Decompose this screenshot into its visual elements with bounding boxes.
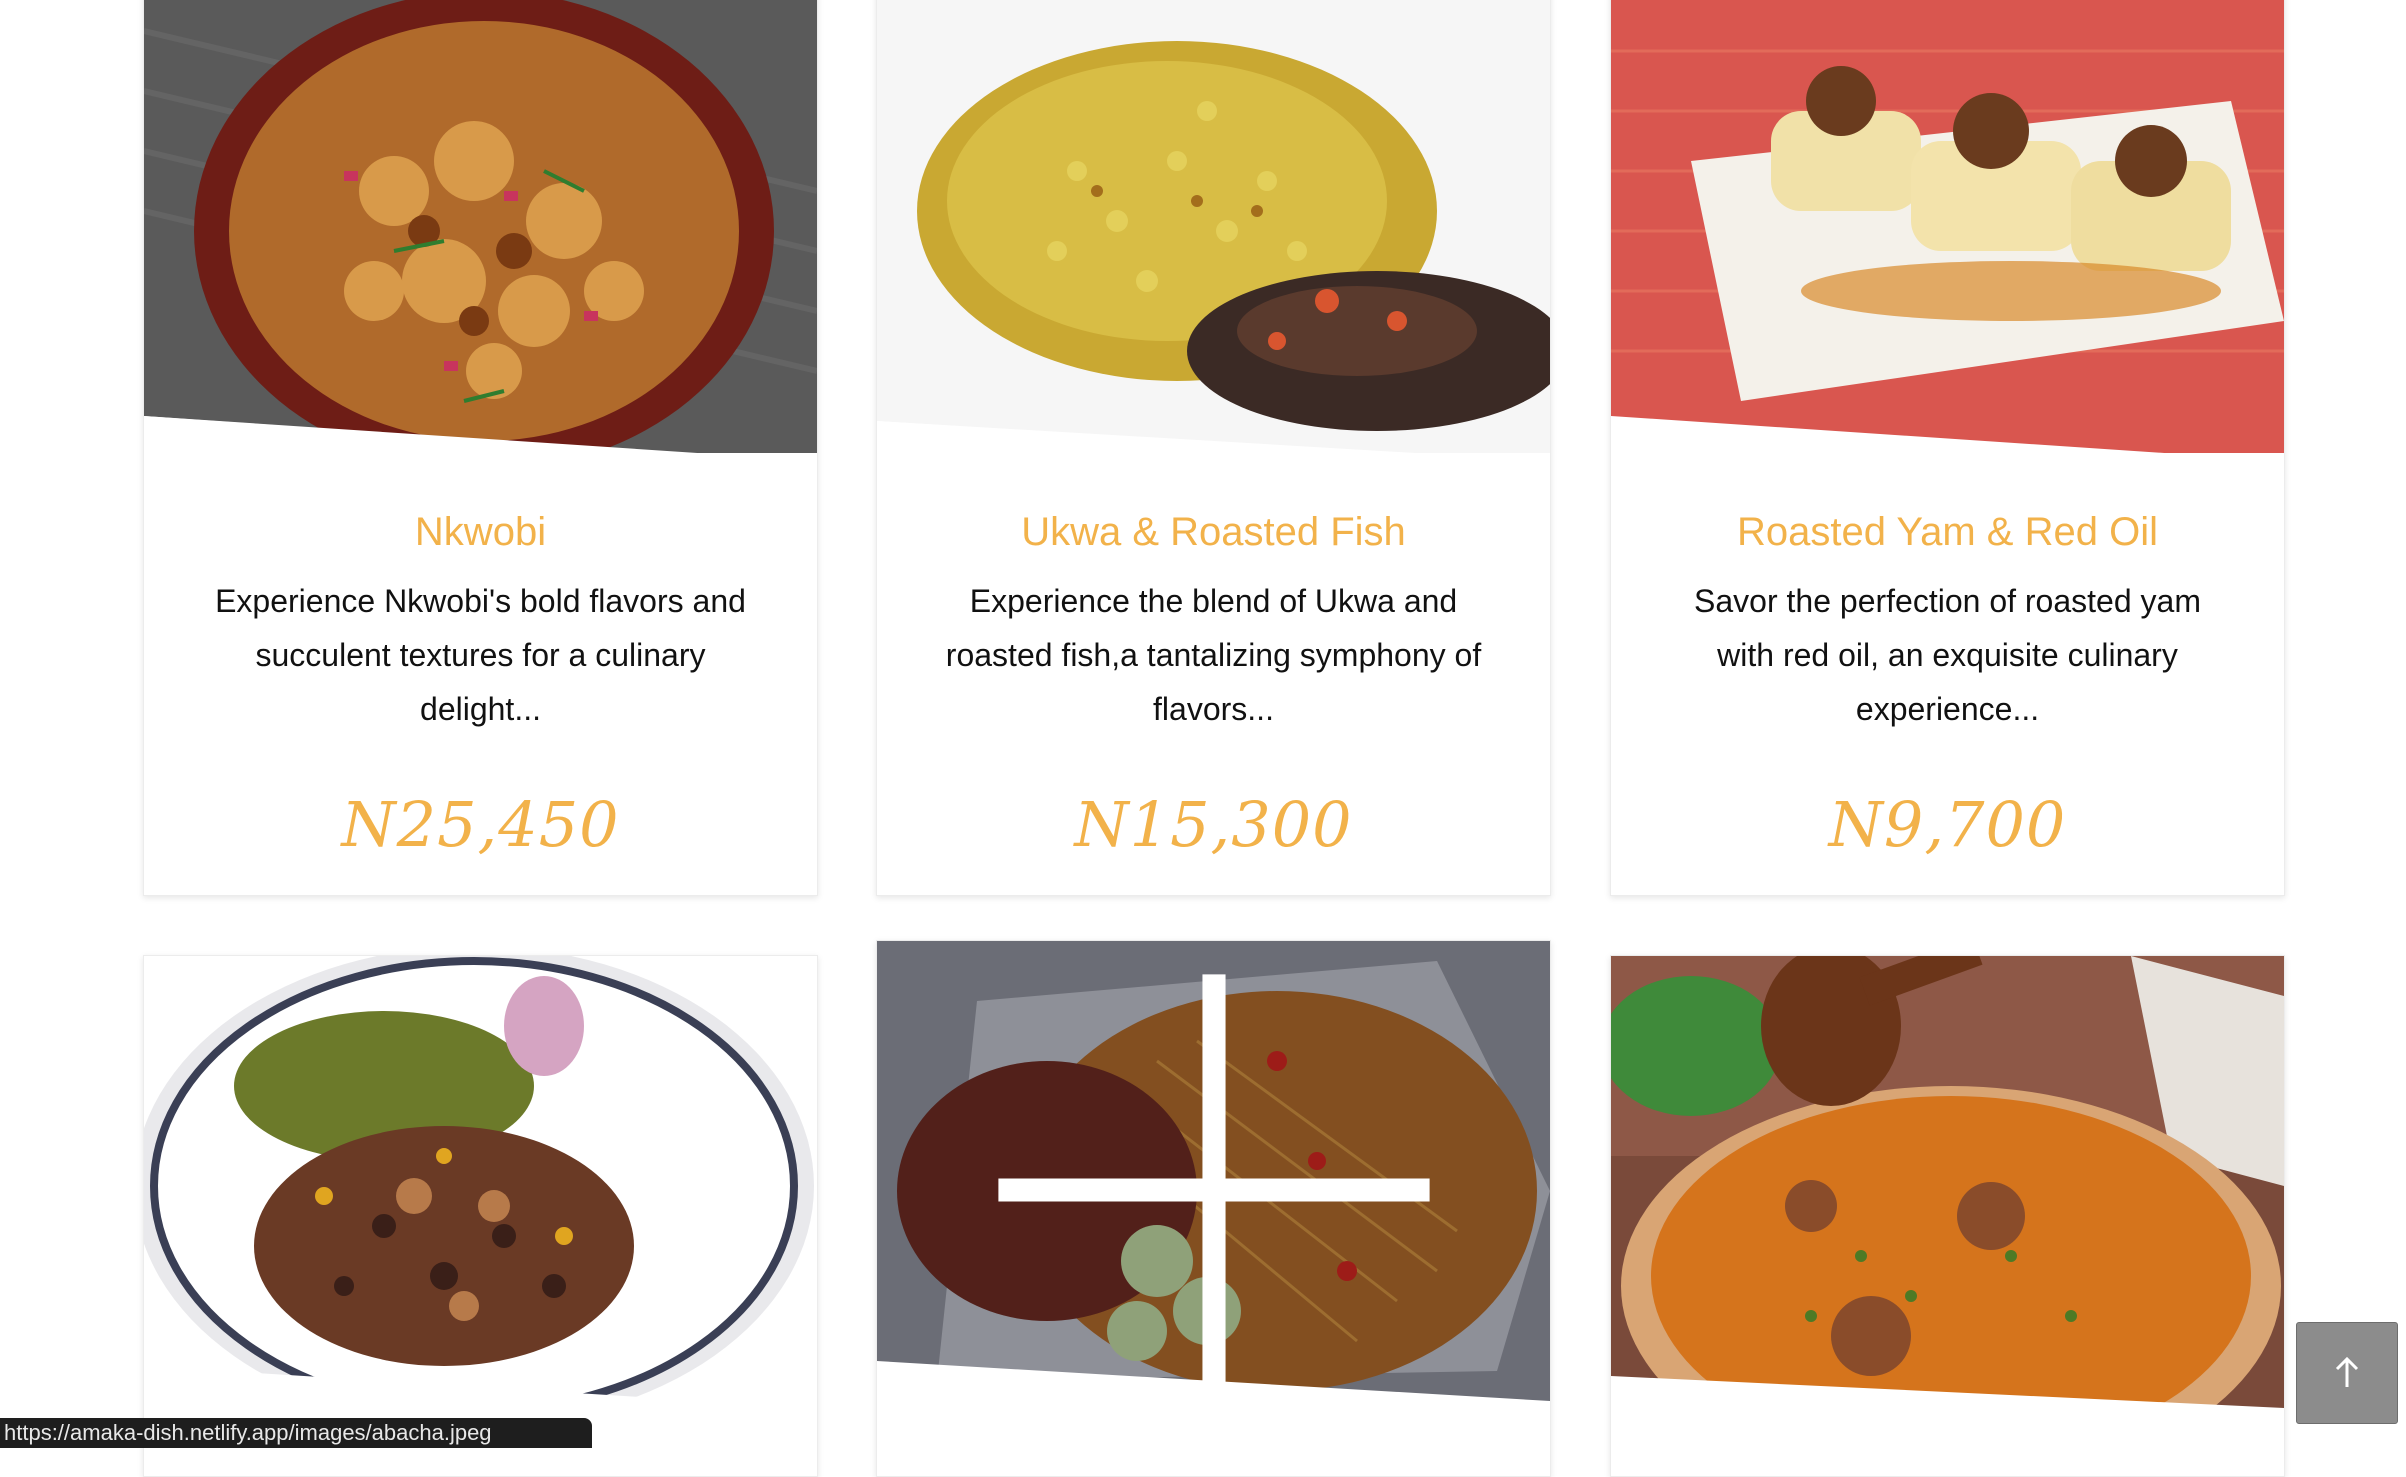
dish-title: Ukwa & Roasted Fish	[1021, 510, 1406, 554]
dish-price: N9,700	[1828, 788, 2067, 861]
menu-card-roasted-yam[interactable]: Roasted Yam & Red Oil Savor the perfecti…	[1610, 0, 2285, 896]
dish-price: N25,450	[341, 788, 620, 861]
dish-description: Experience the blend of Ukwa and roasted…	[945, 583, 1482, 727]
menu-card-ofada[interactable]	[876, 940, 1551, 1477]
dish-description: Experience Nkwobi's bold flavors and suc…	[215, 583, 746, 727]
scroll-top-button[interactable]	[2296, 1322, 2398, 1424]
menu-card-nkwobi[interactable]: Nkwobi Experience Nkwobi's bold flavors …	[143, 0, 818, 896]
menu-card-ukwa[interactable]: Ukwa & Roasted Fish Experience the blend…	[876, 0, 1551, 896]
dish-price: N15,300	[1074, 788, 1353, 861]
status-bar-url: https://amaka-dish.netlify.app/images/ab…	[0, 1418, 592, 1448]
dish-title: Roasted Yam & Red Oil	[1737, 510, 2158, 554]
menu-card-banga-soup[interactable]	[1610, 955, 2285, 1477]
dish-image-abacha[interactable]	[144, 956, 817, 1418]
dish-image-nkwobi[interactable]	[144, 0, 817, 453]
dish-image-banga-soup[interactable]	[1611, 956, 2284, 1418]
dish-image-roasted-yam[interactable]	[1611, 0, 2284, 453]
dish-image-ukwa[interactable]	[877, 0, 1550, 453]
arrow-up-icon	[2335, 1356, 2359, 1387]
dish-description: Savor the perfection of roasted yam with…	[1694, 583, 2201, 727]
dish-image-ofada[interactable]	[877, 941, 1550, 1403]
menu-card-abacha[interactable]	[143, 955, 818, 1477]
dish-title: Nkwobi	[414, 510, 547, 554]
